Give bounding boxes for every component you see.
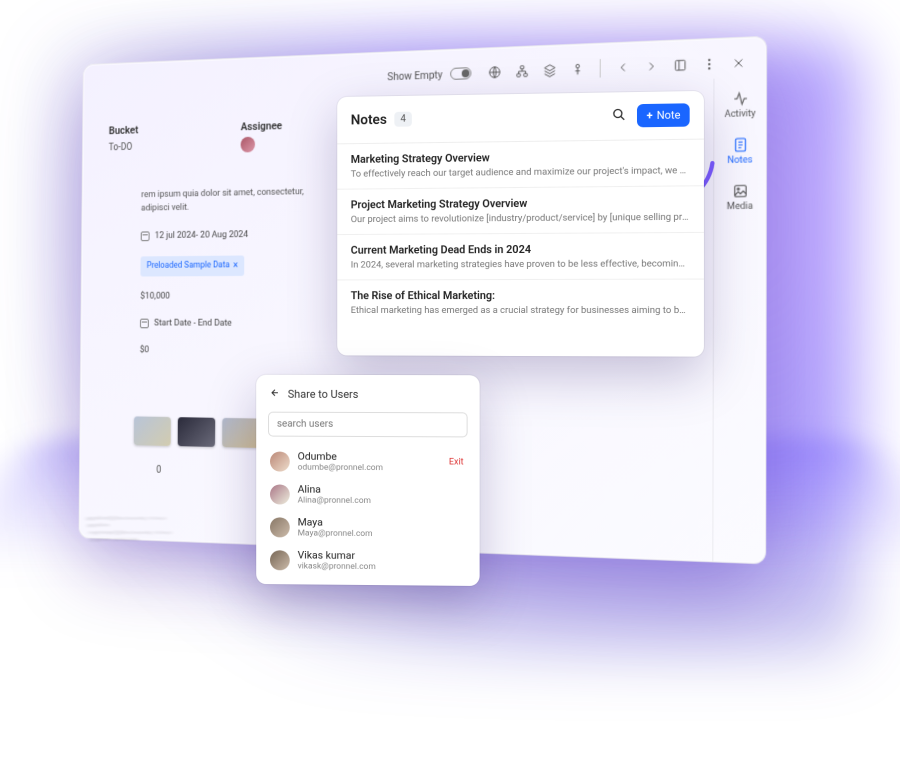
notes-panel: Notes 4 +Note Marketing Strategy Overvie… xyxy=(337,91,704,357)
note-desc: To effectively reach our target audience… xyxy=(351,165,690,180)
note-desc: Ethical marketing has emerged as a cruci… xyxy=(351,305,690,316)
chevron-left-icon[interactable] xyxy=(611,56,635,80)
note-item[interactable]: Project Marketing Strategy Overview Our … xyxy=(337,186,704,235)
calendar-icon xyxy=(140,319,149,329)
detail-date-range-2: Start Date - End Date xyxy=(154,317,232,331)
assignee-header: Assignee xyxy=(241,119,283,133)
expand-icon[interactable] xyxy=(668,53,693,77)
user-name: Odumbe xyxy=(298,450,383,463)
share-title: Share to Users xyxy=(288,388,359,401)
sidepanel-notes[interactable]: Notes xyxy=(717,132,763,171)
detail-tag[interactable]: Preloaded Sample Data× xyxy=(140,255,244,276)
user-row[interactable]: Odumbeodumbe@pronnel.com Exit xyxy=(268,445,468,479)
user-email: odumbe@pronnel.com xyxy=(298,463,383,473)
exit-link[interactable]: Exit xyxy=(449,457,464,467)
toolbar-divider xyxy=(600,59,601,77)
share-search-input[interactable] xyxy=(268,412,468,438)
plus-icon: + xyxy=(647,109,653,122)
calendar-icon xyxy=(141,231,150,241)
notes-title: Notes xyxy=(351,112,387,128)
chevron-right-icon[interactable] xyxy=(639,55,664,79)
user-name: Vikas kumar xyxy=(298,548,376,562)
show-empty-label: Show Empty xyxy=(387,68,442,83)
layers-icon[interactable] xyxy=(538,59,562,82)
hierarchy-icon[interactable] xyxy=(510,60,534,83)
note-item[interactable]: Marketing Strategy Overview To effective… xyxy=(337,140,704,190)
item-detail: rem ipsum quia dolor sit amet, consectet… xyxy=(140,185,321,359)
detail-price-2: $0 xyxy=(140,344,149,358)
thumbnail[interactable] xyxy=(134,416,171,446)
thumbnail[interactable] xyxy=(178,417,216,447)
avatar xyxy=(270,550,290,570)
note-title: The Rise of Ethical Marketing: xyxy=(351,289,690,302)
assignee-column: Assignee xyxy=(241,119,283,155)
search-icon[interactable] xyxy=(611,106,627,126)
person-pin-icon[interactable] xyxy=(566,57,590,80)
detail-date-range: 12 jul 2024- 20 Aug 2024 xyxy=(155,228,248,243)
note-title: Marketing Strategy Overview xyxy=(351,149,690,166)
note-item[interactable]: Current Marketing Dead Ends in 2024 In 2… xyxy=(337,233,704,281)
assignee-avatar[interactable] xyxy=(241,137,256,153)
reflection-decoration: Vikas kumar vikask@pronnel.com Maya Maya… xyxy=(70,480,460,543)
avatar xyxy=(270,451,290,471)
tag-remove-icon[interactable]: × xyxy=(233,258,238,273)
detail-description: rem ipsum quia dolor sit amet, consectet… xyxy=(141,185,321,216)
thumbnail[interactable] xyxy=(222,418,260,448)
bucket-header: Bucket xyxy=(109,124,139,137)
notes-count: 4 xyxy=(395,112,412,127)
thumbnail-count: 0 xyxy=(156,465,161,476)
sidepanel-activity-label: Activity xyxy=(725,109,756,120)
detail-price: $10,000 xyxy=(140,290,170,304)
sidepanel-activity[interactable]: Activity xyxy=(717,85,763,124)
close-icon[interactable] xyxy=(726,51,751,75)
sidepanel-notes-label: Notes xyxy=(727,155,752,166)
sidepanel-media[interactable]: Media xyxy=(717,178,763,217)
note-desc: In 2024, several marketing strategies ha… xyxy=(351,258,690,270)
note-title: Project Marketing Strategy Overview xyxy=(351,195,690,211)
more-icon[interactable] xyxy=(697,52,722,76)
globe-icon[interactable] xyxy=(483,61,506,84)
bucket-value: To-DO xyxy=(109,142,139,153)
user-email: vikask@pronnel.com xyxy=(298,561,376,572)
note-item[interactable]: The Rise of Ethical Marketing: Ethical m… xyxy=(337,280,704,326)
right-sidepanel: Activity Notes Media xyxy=(712,77,766,563)
note-title: Current Marketing Dead Ends in 2024 xyxy=(351,242,690,257)
show-empty-toggle[interactable] xyxy=(450,67,471,80)
sidepanel-media-label: Media xyxy=(727,201,753,212)
back-icon[interactable] xyxy=(268,387,280,402)
note-desc: Our project aims to revolutionize [indus… xyxy=(351,212,690,225)
bucket-column: Bucket To-DO xyxy=(109,124,139,153)
user-row[interactable]: Vikas kumarvikask@pronnel.com xyxy=(268,543,468,578)
add-note-button[interactable]: +Note xyxy=(637,103,689,127)
